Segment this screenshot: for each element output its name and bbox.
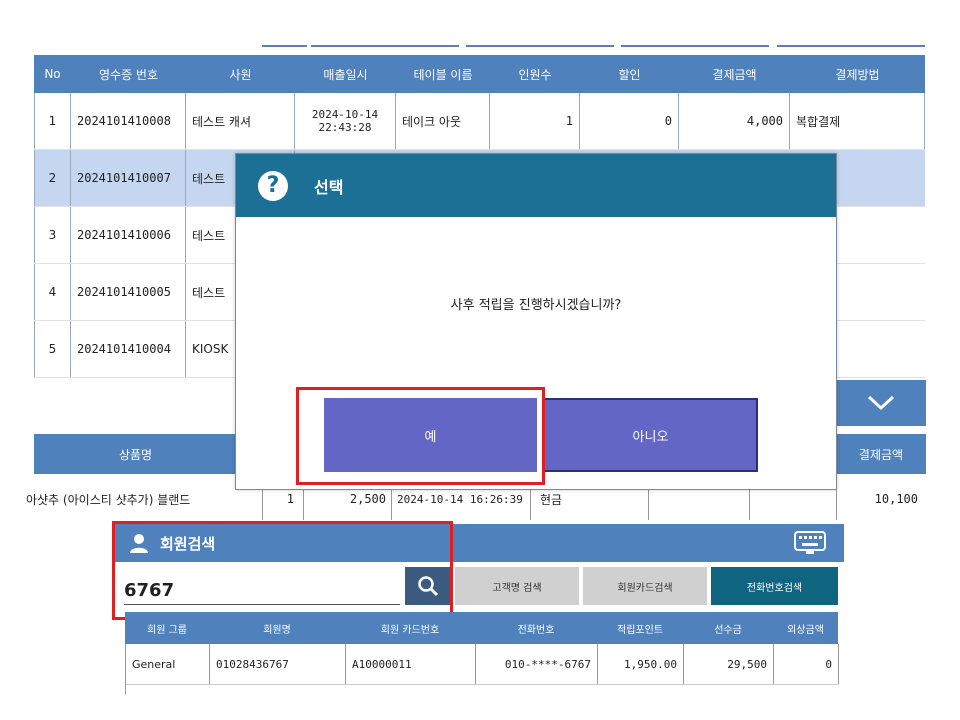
cell-receipt: 2024101410007: [71, 150, 186, 206]
col-header-points: 적립포인트: [617, 624, 663, 636]
keyboard-icon[interactable]: [794, 531, 826, 555]
cell-staff: 테스트 캐셔: [186, 93, 295, 149]
cell-receipt: 2024101410004: [71, 321, 186, 377]
col-header-table: 테이블 이름: [413, 67, 473, 82]
cell-points: 1,950.00: [598, 644, 684, 684]
filter-field-underline: [311, 45, 459, 47]
question-icon: ?: [258, 170, 288, 201]
tab-card-search[interactable]: 회원카드검색: [583, 567, 707, 605]
cell-no: 3: [34, 207, 71, 263]
member-row[interactable]: General 01028436767 A10000011 010-****-6…: [125, 644, 839, 685]
cell-member-name: 01028436767: [210, 644, 346, 684]
scroll-down-button[interactable]: [836, 380, 926, 426]
col-header-date: 매출일시: [323, 67, 368, 82]
cell-date: 2024-10-14 22:43:28: [295, 93, 396, 149]
col-header-people: 인원수: [518, 67, 552, 82]
col-header-credit: 외상금액: [787, 624, 824, 636]
filter-field-underline: [262, 45, 307, 47]
col-header-staff: 사원: [229, 67, 252, 82]
tab-name-search[interactable]: 고객명 검색: [455, 567, 579, 605]
col-header-phone: 전화번호: [517, 624, 555, 636]
cell-no: 2: [34, 150, 71, 206]
chevron-down-icon: [867, 395, 895, 411]
cell-date-time: 22:43:28: [318, 121, 372, 134]
cell-phone: 010-****-6767: [476, 644, 598, 684]
no-button[interactable]: 아니오: [543, 398, 758, 472]
product-name: 아샷추 (아이스티 샷추가) 블랜드: [26, 492, 191, 507]
highlight-box-yes: [296, 387, 545, 485]
col-header-method: 결제방법: [835, 67, 880, 82]
table-row[interactable]: 1 2024101410008 테스트 캐셔 2024-10-14 22:43:…: [34, 93, 925, 150]
cell-card: A10000011: [346, 644, 476, 684]
cell-no: 4: [34, 264, 71, 320]
member-table-header: 회원 그룹 회원명 회원 카드번호 전화번호 적립포인트 선수금 외상금액: [125, 612, 838, 644]
col-header-group: 회원 그룹: [147, 624, 187, 636]
dialog-header: ? 선택: [236, 154, 836, 217]
cell-date-day: 2024-10-14: [311, 108, 379, 121]
col-header-no: No: [44, 67, 61, 81]
cell-group: General: [126, 644, 210, 684]
col-header-product-name: 상품명: [34, 434, 237, 474]
cell-amount: 4,000: [679, 93, 790, 149]
cell-method: 복합결제: [790, 93, 925, 149]
col-header-discount: 할인: [618, 67, 641, 82]
cell-people: 1: [490, 93, 580, 149]
filter-field-underline: [777, 45, 925, 47]
cell-receipt: 2024101410008: [71, 93, 186, 149]
col-header-receipt: 영수증 번호: [98, 67, 158, 82]
cell-receipt: 2024101410006: [71, 207, 186, 263]
highlight-box-search: [112, 521, 453, 620]
dialog-title: 선택: [314, 177, 344, 197]
tab-phone-search[interactable]: 전화번호검색: [711, 567, 838, 605]
col-header-member-name: 회원명: [263, 624, 291, 636]
filter-field-underline: [621, 45, 769, 47]
filter-field-underline: [466, 45, 614, 47]
col-header-card: 회원 카드번호: [380, 624, 440, 636]
cell-prepaid: 29,500: [684, 644, 774, 684]
col-header-prepaid: 선수금: [714, 624, 742, 636]
dialog-message: 사후 적립을 진행하시겠습니까?: [450, 298, 622, 313]
sales-table-header: No 영수증 번호 사원 매출일시 테이블 이름 인원수 할인 결제금액 결제방…: [34, 55, 925, 93]
cell-receipt: 2024101410005: [71, 264, 186, 320]
cell-discount: 0: [580, 93, 679, 149]
cell-credit: 0: [774, 644, 839, 684]
col-header-product-amount: 결제금액: [836, 434, 926, 474]
cell-no: 1: [34, 93, 71, 149]
cell-no: 5: [34, 321, 71, 377]
cell-table: 테이크 아웃: [396, 93, 490, 149]
product-amount: 10,100: [874, 492, 918, 506]
col-header-amount: 결제금액: [712, 67, 757, 82]
